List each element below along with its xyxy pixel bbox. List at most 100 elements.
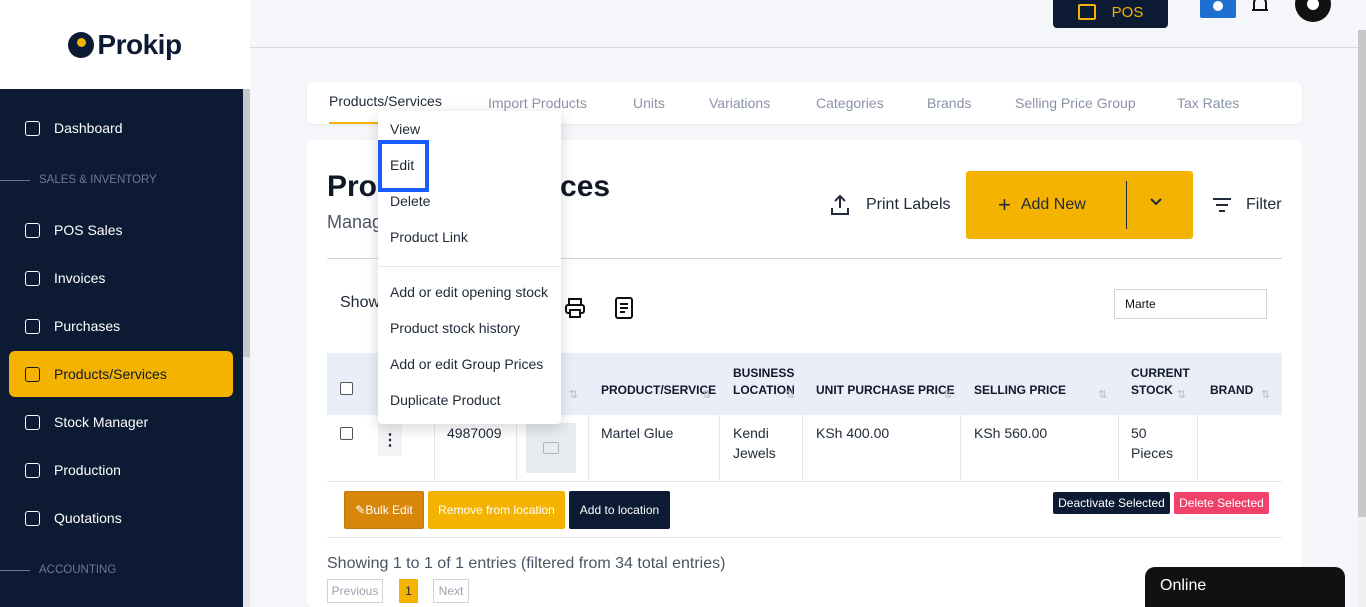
cell-line: Pieces [1131,445,1174,461]
print-icon[interactable] [564,297,586,319]
brand-name: Prokip [97,28,182,60]
cell-product[interactable]: Martel Glue [601,423,673,443]
sidebar-item-invoices[interactable]: Invoices [9,255,233,301]
home-icon [25,120,40,136]
plus-icon: + [998,192,1011,217]
column-divider [588,415,589,482]
calculator-icon [25,510,40,526]
tab-units[interactable]: Units [633,82,665,124]
box-icon [25,318,40,334]
print-labels-button[interactable]: Print Labels [828,190,951,220]
sort-icon[interactable]: ⇅ [786,388,795,401]
sidebar-item-quotations[interactable]: Quotations [9,495,233,541]
sort-icon[interactable]: ⇅ [569,388,578,401]
bulk-edit-button[interactable]: ✎ Bulk Edit [344,491,424,529]
page-scrollbar[interactable] [1358,30,1366,607]
sort-icon[interactable]: ⇅ [1261,388,1270,401]
menu-item-duplicate-product[interactable]: Duplicate Product [390,390,501,410]
filter-button[interactable]: Filter [1212,192,1282,218]
edit-highlight-box [378,140,429,192]
filter-icon [1213,198,1231,212]
cell-selling-price: KSh 560.00 [974,425,1048,441]
print-labels-label: Print Labels [866,196,951,213]
sort-icon[interactable]: ⇅ [702,388,711,401]
page-title-end: ces [560,170,611,203]
sidebar-item-stock-manager[interactable]: Stock Manager [9,399,233,445]
chat-status: Online [1160,577,1207,594]
tab-tax-rates[interactable]: Tax Rates [1177,82,1239,124]
sidebar-item-purchases[interactable]: Purchases [9,303,233,349]
tab-brands[interactable]: Brands [927,82,971,124]
menu-item-product-link[interactable]: Product Link [390,227,468,247]
sidebar-item-pos-sales[interactable]: POS Sales [9,207,233,253]
row-checkbox[interactable] [340,427,353,440]
sidebar-section-accounting: ACCOUNTING [0,560,243,580]
remove-from-location-button[interactable]: Remove from location [428,491,565,529]
sidebar-item-production[interactable]: Production [9,447,233,493]
add-new-button[interactable]: + Add New [966,171,1193,239]
download-button[interactable] [1200,0,1236,18]
cell-line: 50 [1131,425,1147,441]
bell-icon[interactable] [1250,0,1270,16]
search-input[interactable] [1114,289,1267,319]
column-header-selling-price[interactable]: SELLING PRICE [974,382,1066,399]
bag-icon [25,222,40,238]
column-divider [719,415,720,482]
sidebar-item-dashboard[interactable]: Dashboard [9,105,233,151]
cell-stock: 50 Pieces [1131,423,1173,463]
tab-categories[interactable]: Categories [816,82,884,124]
page-title-start: Pro [327,170,378,203]
document-icon[interactable] [613,297,635,319]
sidebar-item-label: Dashboard [54,120,123,136]
logo-area[interactable]: Prokip [0,0,250,89]
menu-item-stock-history[interactable]: Product stock history [390,318,520,338]
pagination-next[interactable]: Next [433,579,469,603]
sort-icon[interactable]: ⇅ [1098,388,1107,401]
chevron-down-icon[interactable] [1149,195,1163,209]
menu-item-view[interactable]: View [390,119,420,139]
column-header-product[interactable]: PRODUCT/SERVICE [601,382,716,399]
menu-item-delete[interactable]: Delete [390,191,430,211]
pagination-page-1[interactable]: 1 [399,579,418,603]
cell-line: Jewels [733,445,776,461]
deactivate-selected-button[interactable]: Deactivate Selected [1053,492,1170,514]
menu-item-group-prices[interactable]: Add or edit Group Prices [390,354,543,374]
column-header-line: BUSINESS [733,366,795,380]
page-scrollbar-thumb[interactable] [1358,30,1366,517]
download-icon [1213,1,1223,11]
sidebar-item-label: POS Sales [54,222,123,238]
column-header-brand[interactable]: BRAND [1210,382,1253,399]
sidebar-section-sales-inventory: SALES & INVENTORY [0,170,243,190]
avatar[interactable] [1295,0,1331,22]
sidebar-scrollbar[interactable] [243,89,250,607]
prokip-logo[interactable]: Prokip [68,28,182,61]
sidebar-item-label: Products/Services [54,366,167,382]
menu-item-opening-stock[interactable]: Add or edit opening stock [390,282,548,302]
sort-icon[interactable]: ⇅ [943,388,952,401]
column-header-line: CURRENT [1131,366,1190,380]
upload-icon [831,194,849,215]
tab-variations[interactable]: Variations [709,82,770,124]
column-header-unit-purchase-price[interactable]: UNIT PURCHASE PRICE [816,382,955,399]
column-divider [516,415,517,482]
pagination-previous[interactable]: Previous [327,579,383,603]
sidebar-item-label: Quotations [54,510,122,526]
pos-button[interactable]: POS [1053,0,1168,28]
sidebar-item-label: Stock Manager [54,414,149,430]
column-divider [1118,415,1119,482]
table-footer-divider [327,537,1282,538]
sidebar-item-label: Purchases [54,318,121,334]
sidebar-scrollbar-thumb[interactable] [243,89,250,357]
select-all-checkbox[interactable] [340,382,353,395]
add-to-location-button[interactable]: Add to location [569,491,670,529]
tab-selling-price-group[interactable]: Selling Price Group [1015,82,1136,124]
delete-selected-button[interactable]: Delete Selected [1174,492,1269,514]
chat-widget[interactable]: Online [1145,567,1345,607]
row-actions-menu-button[interactable]: ⋮ [378,423,402,456]
sidebar-item-label: Production [54,462,121,478]
filter-label: Filter [1246,196,1282,213]
sidebar-section-label: ACCOUNTING [39,564,117,576]
sort-icon[interactable]: ⇅ [1177,388,1186,401]
sidebar-item-products-services[interactable]: Products/Services [9,351,233,397]
menu-separator [378,266,561,267]
